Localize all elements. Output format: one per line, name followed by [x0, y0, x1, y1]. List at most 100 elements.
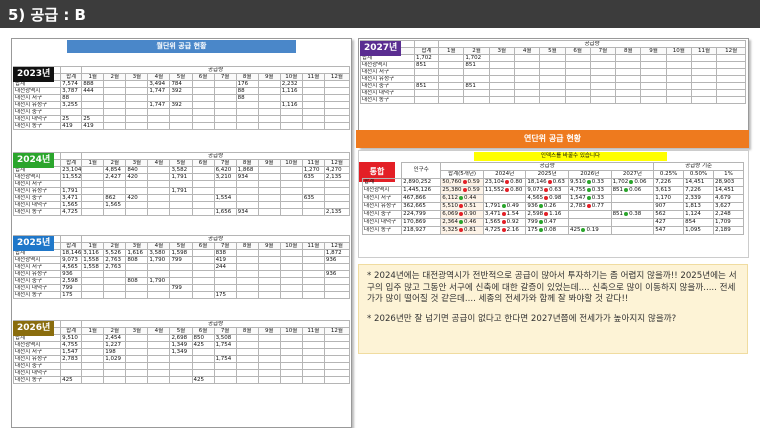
- table-row: 대전광역시 9,073 1,558 2,763 808 1,790 799 419 936: [12, 256, 351, 264]
- column-header: 5월: [169, 327, 193, 335]
- column-header: 8월: [235, 327, 259, 335]
- row-label: 대전광역시: [360, 61, 415, 69]
- supply-ratio: 0.33: [591, 195, 604, 202]
- table-row: 대전시 대덕구 25 25: [12, 115, 351, 123]
- table-cell: [279, 341, 303, 349]
- table-cell: 2,763: [103, 263, 127, 271]
- table-cell: [279, 376, 303, 384]
- table-cell: [615, 89, 642, 97]
- table-row: 대전시 유성구 362,665 5,510 0.51 1,791 0.49 936 0.26 2…: [361, 202, 744, 211]
- supply-ratio: 0.44: [464, 195, 477, 202]
- monthly-supply-banner: 월단위 공급 현황: [67, 40, 296, 53]
- table-cell: [438, 75, 465, 83]
- column-header: 11월: [301, 159, 325, 167]
- basis-cell: 1,170: [653, 194, 685, 203]
- table-cell: [147, 108, 171, 116]
- table-cell: [301, 87, 325, 95]
- table-cell: [279, 173, 303, 181]
- table-row: 대전광역시 11,552 2,427 420 1,791 3,210 934 635 2,135: [12, 173, 351, 181]
- column-header: 합계(5개년): [440, 170, 484, 179]
- table-cell: 425 0.19: [567, 226, 612, 235]
- column-header: 9월: [640, 47, 667, 55]
- table-cell: [169, 263, 193, 271]
- supply-value: 1,791: [484, 203, 501, 210]
- table-cell: [81, 341, 105, 349]
- status-dot-icon: [459, 219, 463, 224]
- supply-ratio: 0.38: [629, 211, 642, 218]
- supply-ratio: 0.63: [552, 179, 565, 186]
- table-cell: [301, 263, 325, 271]
- table-cell: [103, 277, 127, 285]
- table-row: 대전시 동구: [360, 96, 746, 104]
- yearly-supply-banner: 연단위 공급 현황: [356, 130, 749, 148]
- table-cell: [257, 277, 281, 285]
- table-cell: [257, 270, 281, 278]
- table-cell: [169, 291, 193, 299]
- table-cell: [301, 369, 325, 377]
- table-cell: [301, 122, 325, 130]
- column-header: 3월: [125, 242, 149, 250]
- table-cell: [169, 94, 193, 102]
- column-header: 5월: [169, 73, 193, 81]
- column-header: 4월: [513, 47, 541, 55]
- table-cell: [513, 68, 541, 76]
- table-cell: [103, 108, 127, 116]
- table-cell: 2,598: [60, 277, 83, 285]
- row-label: 대전시 동구: [360, 96, 415, 104]
- table-cell: [125, 376, 149, 384]
- table-cell: [125, 187, 149, 195]
- table-cell: [690, 54, 718, 62]
- table-cell: [301, 249, 325, 257]
- table-cell: [213, 122, 237, 130]
- row-label: 대전광역시: [12, 87, 62, 95]
- status-dot-icon: [459, 211, 463, 216]
- table-row: 대전시 유성구 936 936: [12, 270, 351, 278]
- basis-cell: 907: [653, 202, 685, 211]
- table-cell: 851: [413, 61, 440, 69]
- table-cell: [235, 291, 259, 299]
- table-cell: [716, 89, 746, 97]
- table-cell: 4,725: [60, 208, 83, 216]
- table-cell: [463, 68, 490, 76]
- status-dot-icon: [459, 203, 463, 208]
- table-cell: [301, 80, 325, 88]
- table-row: 대전시 동구 4,725 1,656 934 2,135: [12, 208, 351, 216]
- basis-cell: 2,189: [713, 226, 744, 235]
- table-cell: [191, 180, 215, 188]
- table-cell: [257, 115, 281, 123]
- table-cell: 392: [169, 87, 193, 95]
- table-cell: [665, 82, 692, 90]
- table-cell: [125, 369, 149, 377]
- table-cell: [147, 94, 171, 102]
- status-dot-icon: [505, 179, 510, 184]
- column-header: 1월: [81, 327, 105, 335]
- table-cell: [257, 122, 281, 130]
- table-cell: [323, 80, 351, 88]
- supply-ratio: 0.33: [591, 179, 604, 186]
- table-cell: [191, 194, 215, 202]
- column-header: 10월: [279, 242, 303, 250]
- column-header: 9월: [257, 73, 281, 81]
- table-cell: [539, 75, 566, 83]
- table-cell: [539, 68, 566, 76]
- column-header: 2월: [103, 242, 127, 250]
- supply-value: 6,069: [442, 211, 458, 218]
- table-cell: [125, 341, 149, 349]
- supply-ratio: 0.77: [591, 203, 604, 210]
- table-cell: [81, 208, 105, 216]
- table-cell: [279, 334, 303, 342]
- table-cell: [279, 355, 303, 363]
- monthly-supply-table: 공급량 합계 1월 2월 3월 4월 5월 6월 7월 8월 9월 10월 11월 12월 합계 1,702 1…: [360, 40, 746, 104]
- table-cell: [279, 270, 303, 278]
- supply-value: 175: [527, 227, 538, 234]
- table-cell: [301, 341, 325, 349]
- table-cell: [191, 355, 215, 363]
- table-cell: [103, 187, 127, 195]
- table-cell: 1,790: [147, 256, 171, 264]
- supply-ratio: 0.19: [586, 227, 599, 234]
- table-cell: [147, 348, 171, 356]
- table-cell: [279, 208, 303, 216]
- table-cell: [301, 94, 325, 102]
- table-cell: [610, 194, 655, 203]
- table-cell: [125, 208, 149, 216]
